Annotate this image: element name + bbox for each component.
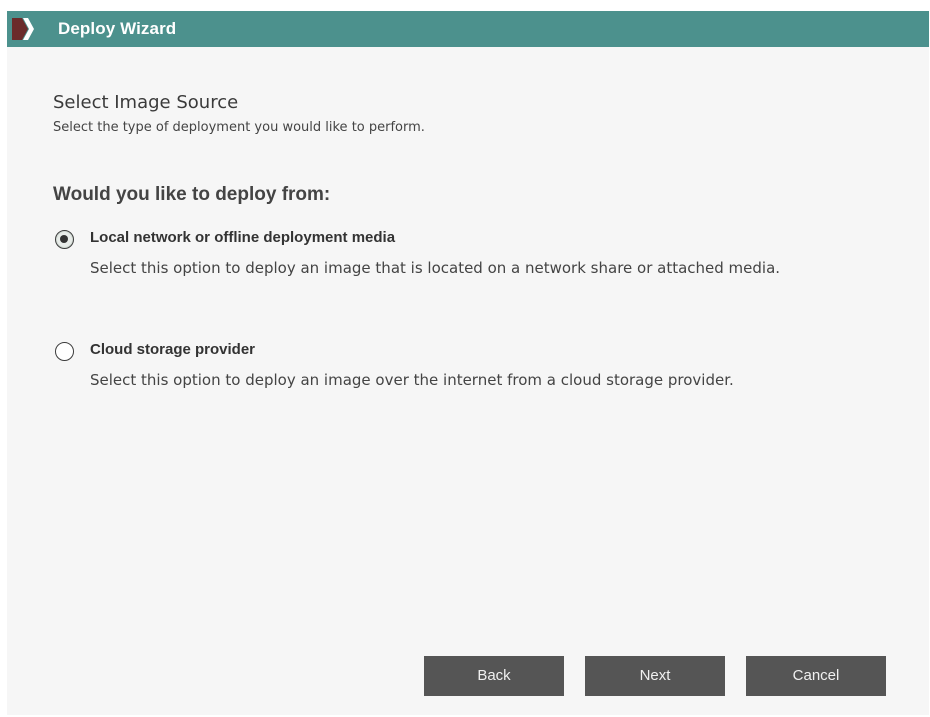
title-bar: Deploy Wizard [7, 11, 929, 47]
radio-local-network[interactable] [55, 230, 74, 249]
option-local-network-label: Local network or offline deployment medi… [90, 229, 396, 246]
window-title: Deploy Wizard [58, 19, 177, 38]
back-button[interactable]: Back [424, 656, 564, 696]
page-title: Select Image Source [53, 92, 239, 113]
wizard-logo-icon [12, 18, 34, 40]
deploy-wizard-window: Deploy Wizard [7, 11, 929, 715]
option-local-network-description: Select this option to deploy an image th… [90, 259, 781, 277]
cancel-button[interactable]: Cancel [746, 656, 886, 696]
radio-cloud-storage[interactable] [55, 342, 74, 361]
next-button[interactable]: Next [585, 656, 725, 696]
option-cloud-storage-label: Cloud storage provider [90, 341, 256, 358]
option-cloud-storage-description: Select this option to deploy an image ov… [90, 371, 734, 389]
page-subtitle: Select the type of deployment you would … [53, 120, 425, 135]
deploy-question: Would you like to deploy from: [53, 184, 331, 205]
